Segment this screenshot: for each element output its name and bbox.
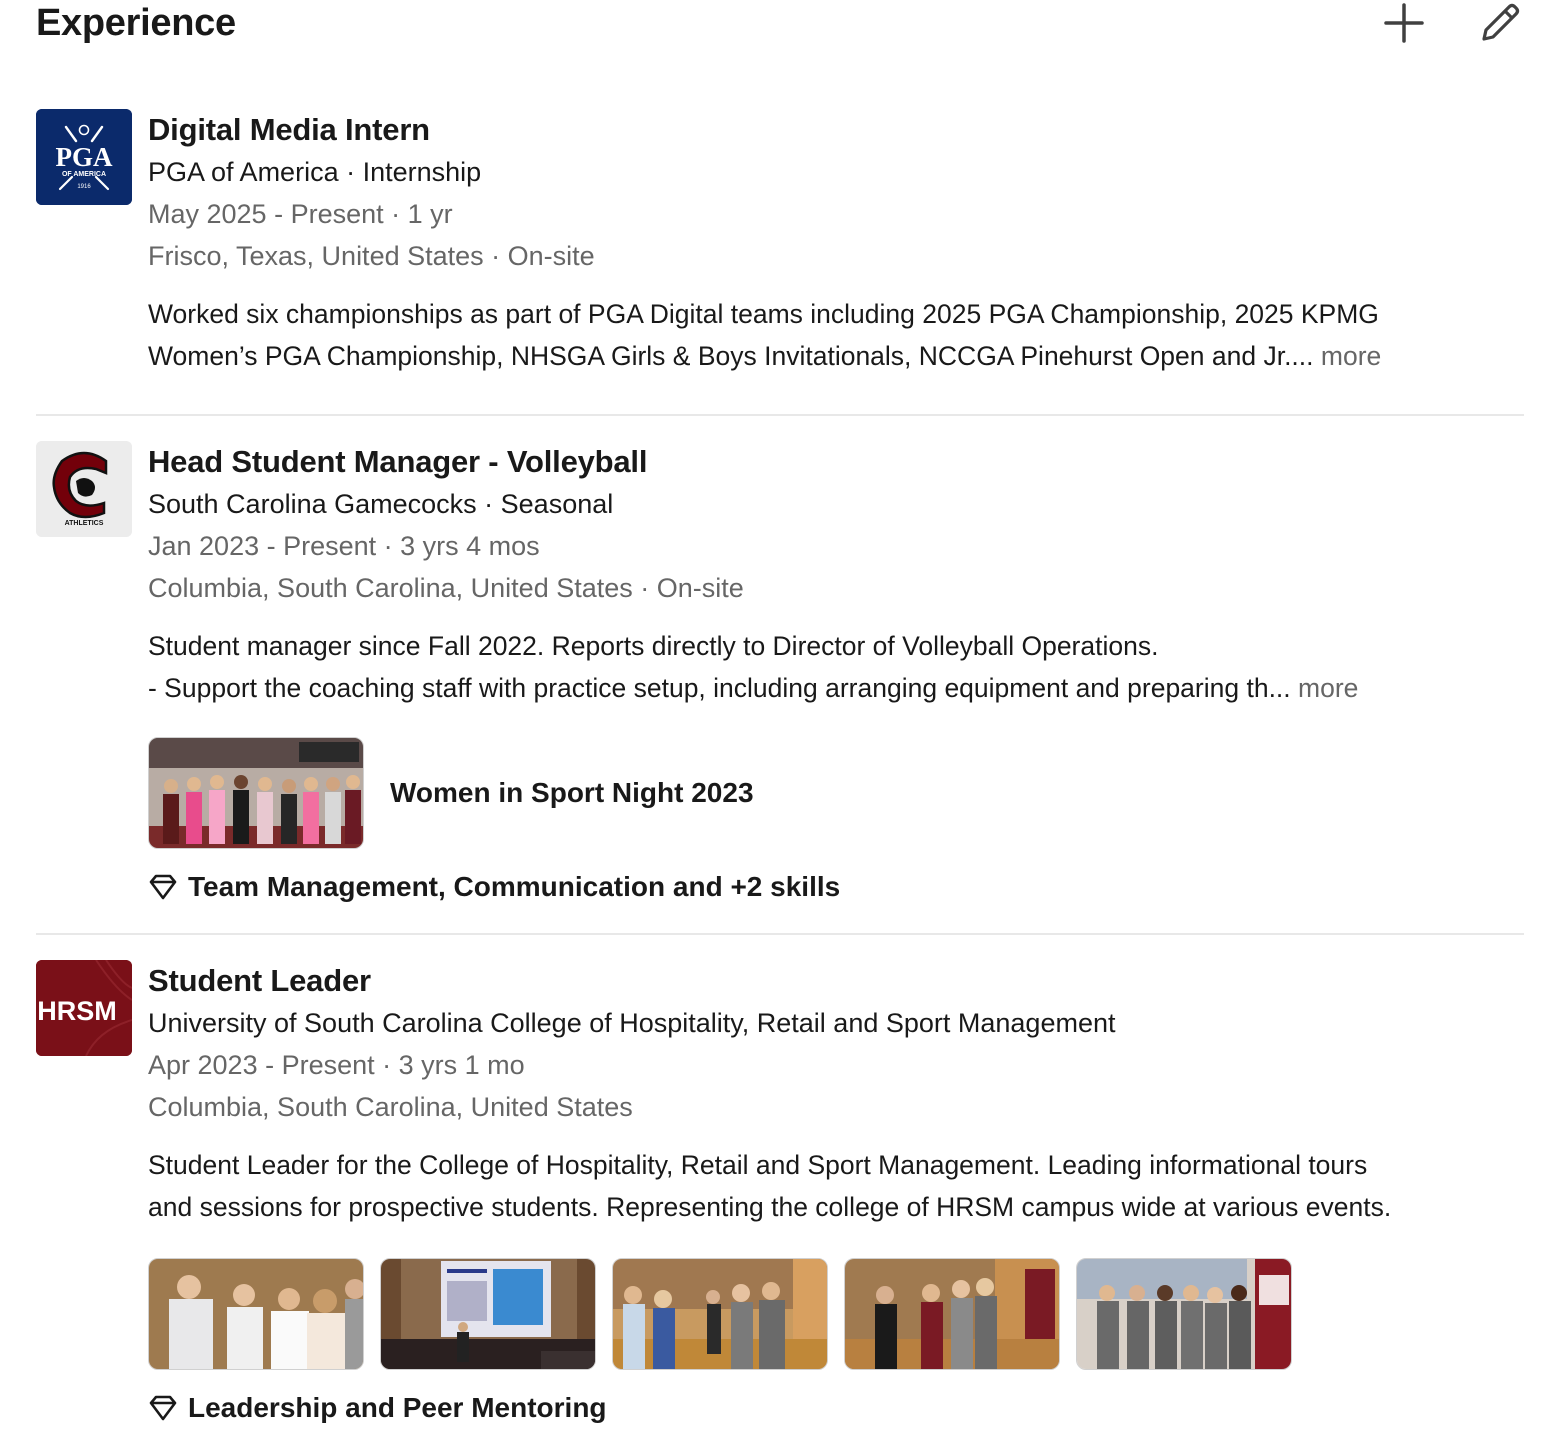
description-line: - Support the coaching staff with practi… [148, 667, 1524, 709]
photo-image [149, 1259, 363, 1369]
photo-image [845, 1259, 1059, 1369]
add-experience-button[interactable] [1380, 0, 1428, 46]
media-thumbnail[interactable] [1076, 1258, 1292, 1370]
plus-icon [1384, 3, 1424, 43]
edit-experience-button[interactable] [1476, 0, 1524, 46]
location: Columbia, South Carolina, United States … [148, 573, 744, 603]
description-line: and sessions for prospective students. R… [148, 1192, 1392, 1222]
description: Worked six championships as part of PGA … [148, 293, 1524, 377]
job-title[interactable]: Head Student Manager - Volleyball [148, 441, 1524, 483]
media-thumbnail[interactable] [148, 1258, 364, 1370]
logo-year: 1916 [77, 184, 91, 190]
skills-text: Leadership and Peer Mentoring [188, 1392, 607, 1423]
date-range: Jan 2023 - Present · 3 yrs 4 mos [148, 531, 540, 561]
skills-text: Team Management, Communication and +2 sk… [188, 871, 841, 902]
experience-content: Student Leader University of South Carol… [148, 960, 1524, 1424]
description-line: Worked six championships as part of PGA … [148, 299, 1379, 329]
pencil-icon [1482, 3, 1520, 41]
date-range: Apr 2023 - Present · 3 yrs 1 mo [148, 1050, 525, 1080]
logo-subtext: OF AMERICA [62, 171, 106, 178]
pga-of-america-logo[interactable]: PGA OF AMERICA 1916 [36, 109, 132, 205]
media-thumbnail[interactable] [380, 1258, 596, 1370]
logo-text: PGA [56, 142, 113, 172]
photo-image [381, 1259, 595, 1369]
see-more-link[interactable]: more [1321, 341, 1381, 371]
description: Student manager since Fall 2022. Reports… [148, 625, 1524, 709]
divider [36, 933, 1524, 935]
divider [36, 414, 1524, 416]
experience-content: Digital Media Intern PGA of America · In… [148, 109, 1524, 377]
media-thumbnail[interactable] [844, 1258, 1060, 1370]
section-title: Experience [36, 2, 236, 44]
photo-image [613, 1259, 827, 1369]
group-photo-image [149, 738, 363, 848]
hrsm-logo-icon: HRSM [36, 960, 132, 1056]
experience-content: Head Student Manager - Volleyball South … [148, 441, 1524, 903]
media-thumbnail[interactable] [612, 1258, 828, 1370]
job-title[interactable]: Digital Media Intern [148, 109, 1524, 151]
company-line: PGA of America · Internship [148, 157, 482, 187]
hrsm-logo[interactable]: HRSM [36, 960, 132, 1056]
logo-text: HRSM [37, 996, 117, 1026]
location: Frisco, Texas, United States · On-site [148, 241, 595, 271]
photo-image [1077, 1259, 1291, 1369]
pga-logo-icon: PGA OF AMERICA 1916 [36, 109, 132, 205]
media-title[interactable]: Women in Sport Night 2023 [390, 777, 754, 809]
description: Student Leader for the College of Hospit… [148, 1144, 1524, 1228]
gamecock-logo-icon: ATHLETICS [36, 441, 132, 537]
media-thumbnails [148, 1258, 1524, 1370]
job-title[interactable]: Student Leader [148, 960, 1524, 1002]
diamond-skill-icon [149, 1395, 177, 1421]
see-more-link[interactable]: more [1298, 673, 1358, 703]
description-text: Women’s PGA Championship, NHSGA Girls & … [148, 341, 1321, 371]
description-text: - Support the coaching staff with practi… [148, 673, 1299, 703]
description-line: Student manager since Fall 2022. Reports… [148, 631, 1159, 661]
diamond-skill-icon [149, 874, 177, 900]
skills-row[interactable]: Leadership and Peer Mentoring [148, 1392, 1524, 1424]
date-range: May 2025 - Present · 1 yr [148, 199, 453, 229]
logo-text: ATHLETICS [65, 520, 104, 527]
media-attachment: Women in Sport Night 2023 [148, 737, 1524, 849]
south-carolina-gamecocks-logo[interactable]: ATHLETICS [36, 441, 132, 537]
location: Columbia, South Carolina, United States [148, 1092, 633, 1122]
company-line: South Carolina Gamecocks · Seasonal [148, 489, 614, 519]
media-thumbnail[interactable] [148, 737, 364, 849]
description-line: Student Leader for the College of Hospit… [148, 1150, 1368, 1180]
description-line: Women’s PGA Championship, NHSGA Girls & … [148, 335, 1524, 377]
skills-row[interactable]: Team Management, Communication and +2 sk… [148, 871, 1524, 903]
company-line: University of South Carolina College of … [148, 1008, 1116, 1038]
experience-header: Experience [36, 0, 1524, 50]
